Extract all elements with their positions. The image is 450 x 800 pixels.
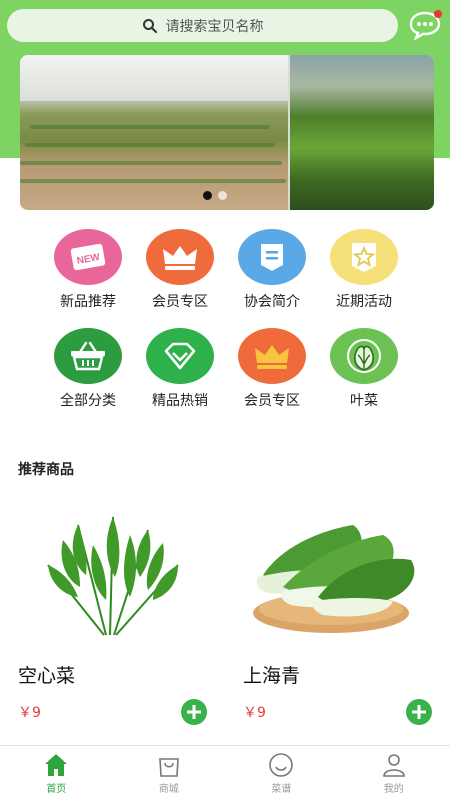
shopping-bag-icon bbox=[158, 757, 179, 777]
document-icon bbox=[238, 229, 306, 285]
banner-carousel[interactable] bbox=[20, 55, 434, 210]
tab-profile[interactable]: 我的 bbox=[338, 746, 450, 800]
user-icon bbox=[382, 753, 405, 777]
category-new-products[interactable]: NEW 新品推荐 bbox=[43, 229, 133, 311]
greenhouse-roof bbox=[20, 55, 288, 103]
category-member-zone[interactable]: 会员专区 bbox=[135, 229, 225, 311]
new-badge-icon: NEW bbox=[54, 229, 122, 285]
smile-face-icon bbox=[269, 752, 294, 777]
tab-mall[interactable]: 商城 bbox=[113, 746, 226, 800]
search-icon bbox=[142, 18, 157, 33]
section-title: 推荐商品 bbox=[18, 462, 74, 478]
category-all[interactable]: 全部分类 bbox=[43, 328, 133, 410]
crown-icon bbox=[146, 229, 214, 285]
banner-slide-greenhouse bbox=[20, 55, 288, 210]
product-name: 上海青 bbox=[243, 665, 301, 687]
message-button[interactable] bbox=[408, 10, 442, 41]
product-price: ￥9 bbox=[243, 705, 266, 721]
tab-recipes[interactable]: 菜谱 bbox=[225, 746, 338, 800]
product-name: 空心菜 bbox=[18, 665, 76, 687]
category-leafy-vegetables[interactable]: 叶菜 bbox=[319, 328, 409, 410]
plus-icon bbox=[412, 705, 426, 719]
add-to-cart-button[interactable] bbox=[181, 699, 207, 725]
plus-icon bbox=[187, 705, 201, 719]
basket-icon bbox=[54, 328, 122, 384]
bottom-tab-bar: 首页 商城 菜谱 我的 bbox=[0, 745, 450, 800]
bok-choy-image bbox=[253, 525, 415, 633]
category-hot-sales[interactable]: 精品热销 bbox=[135, 328, 225, 410]
product-card[interactable]: 空心菜 ￥9 bbox=[18, 505, 218, 725]
category-member-zone-2[interactable]: 会员专区 bbox=[227, 328, 317, 410]
leafy-vegetable-icon bbox=[330, 328, 398, 384]
product-price: ￥9 bbox=[18, 705, 41, 721]
diamond-icon bbox=[146, 328, 214, 384]
product-card[interactable]: 上海青 ￥9 bbox=[243, 505, 443, 725]
category-association-intro[interactable]: 协会简介 bbox=[227, 229, 317, 311]
add-to-cart-button[interactable] bbox=[406, 699, 432, 725]
star-flag-icon bbox=[330, 229, 398, 285]
tab-home[interactable]: 首页 bbox=[0, 746, 113, 800]
crown-icon bbox=[238, 328, 306, 384]
search-placeholder: 请搜索宝贝名称 bbox=[165, 18, 264, 35]
home-icon bbox=[45, 753, 68, 776]
category-recent-events[interactable]: 近期活动 bbox=[319, 229, 409, 311]
search-input[interactable]: 请搜索宝贝名称 bbox=[7, 9, 398, 42]
unread-dot bbox=[434, 10, 442, 18]
carousel-dot[interactable] bbox=[218, 191, 227, 200]
water-spinach-image bbox=[47, 516, 179, 636]
carousel-dot-active[interactable] bbox=[203, 191, 212, 200]
banner-slide-seedlings bbox=[290, 55, 434, 210]
